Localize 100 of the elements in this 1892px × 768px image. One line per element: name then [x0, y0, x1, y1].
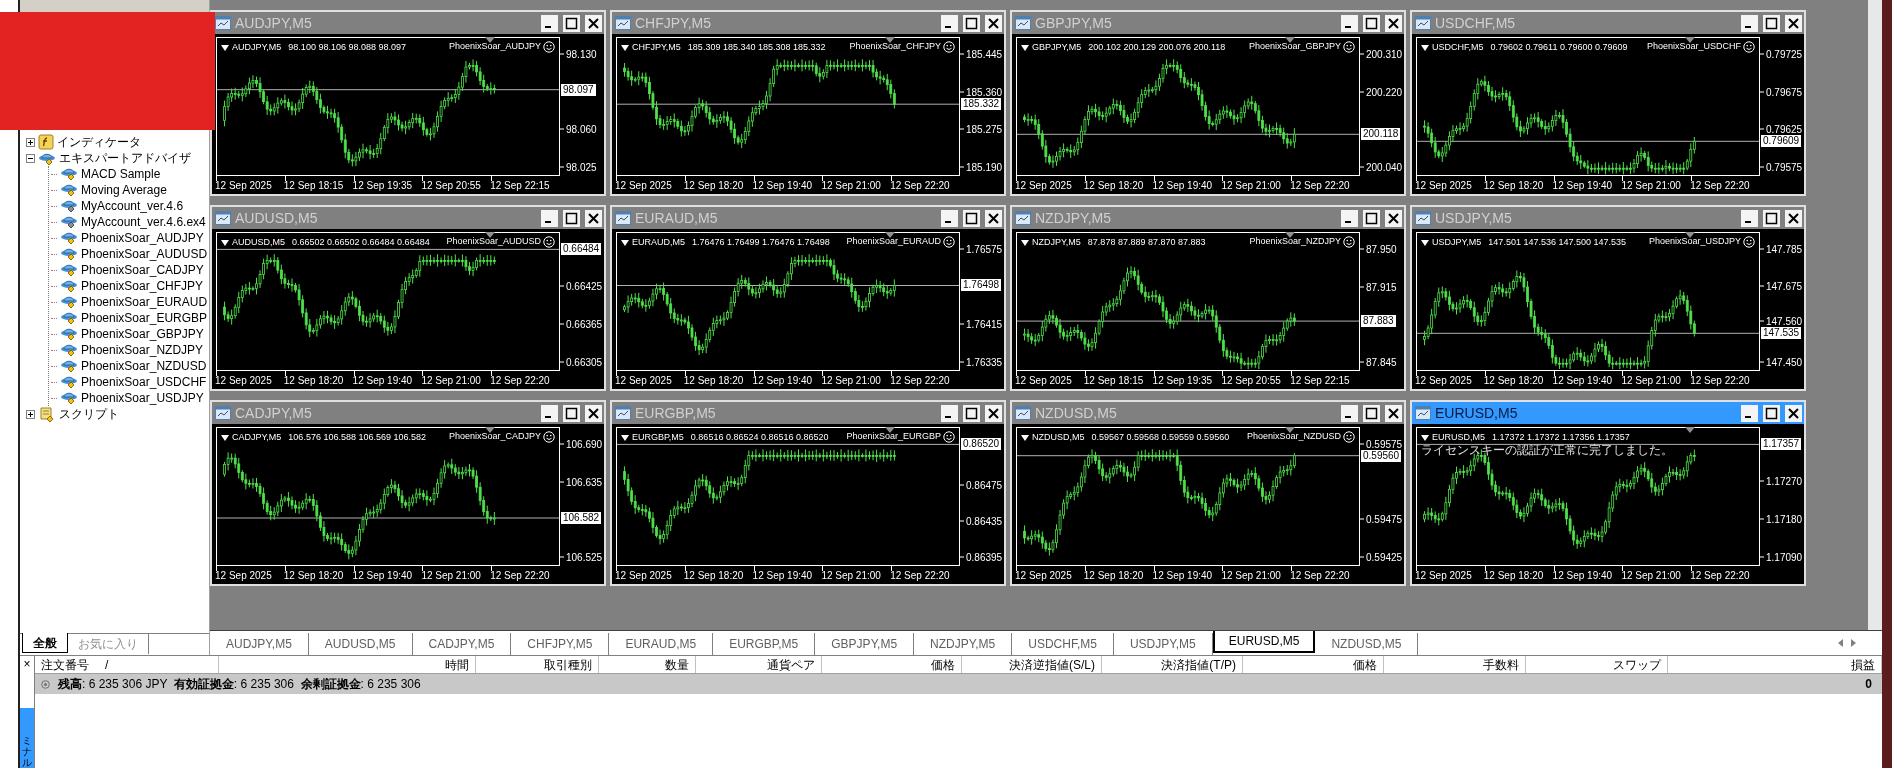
tree-item[interactable]: PhoenixSoar_GBPJPY — [81, 325, 204, 343]
chart-tab[interactable]: EURUSD,M5 — [1212, 631, 1316, 653]
tree-item[interactable]: PhoenixSoar_EURGBP — [81, 309, 208, 327]
chart-tab[interactable]: EURGBP,M5 — [713, 633, 816, 655]
price-label: 1.17180 — [1766, 512, 1803, 527]
time-label: 12 Sep 22:20 — [1290, 179, 1350, 193]
price-label: 1.17090 — [1766, 550, 1803, 565]
chart-symbol: CHFJPY,M5 — [632, 41, 681, 54]
price-label: 185.360 — [966, 85, 1003, 99]
column-header[interactable]: 価格 — [1243, 656, 1384, 673]
window-title: CHFJPY,M5 — [635, 13, 711, 33]
ohlc-values: 1.76476 1.76499 1.76476 1.76498 — [692, 236, 830, 249]
column-label: 数量 — [665, 656, 689, 674]
chart-symbol: EURGBP,M5 — [632, 431, 684, 444]
column-header[interactable]: スワップ — [1526, 656, 1668, 673]
time-label: 12 Sep 19:40 — [752, 569, 813, 583]
price-label: 185.190 — [966, 160, 1003, 175]
expert-name: PhoenixSoar_USDJPY — [1648, 235, 1741, 248]
chart-symbol: NZDUSD,M5 — [1032, 431, 1085, 444]
time-label: 12 Sep 2025 — [1415, 374, 1472, 388]
time-label: 12 Sep 21:00 — [821, 374, 881, 388]
column-header[interactable]: 価格 — [822, 656, 962, 673]
time-label: 12 Sep 18:15 — [283, 179, 344, 193]
chart-tab[interactable]: AUDUSD,M5 — [308, 633, 413, 655]
column-header[interactable]: 通貨ペア — [696, 656, 822, 673]
column-header[interactable]: 手数料 — [1384, 656, 1526, 673]
column-header[interactable]: 数量 — [599, 656, 696, 673]
price-label: 0.59575 — [1366, 437, 1403, 451]
time-label: 12 Sep 2025 — [1015, 179, 1072, 193]
close-button[interactable]: × — [23, 656, 31, 672]
expert-name: PhoenixSoar_CADJPY — [448, 430, 541, 443]
tree-item[interactable]: インディケータ — [57, 133, 141, 151]
price-label: 106.635 — [566, 475, 603, 490]
window-title: EURAUD,M5 — [635, 208, 718, 228]
price-label: 1.76415 — [966, 317, 1003, 332]
expert-name: PhoenixSoar_NZDUSD — [1246, 430, 1341, 443]
tree-item[interactable]: PhoenixSoar_EURAUD — [81, 293, 208, 311]
tree-item[interactable]: Moving Average — [81, 181, 167, 199]
chart-tab[interactable]: NZDUSD,M5 — [1315, 633, 1419, 655]
tree-item[interactable]: PhoenixSoar_USDJPY — [81, 389, 204, 407]
current-price-label: 0.86520 — [961, 438, 1002, 451]
chart-symbol: USDJPY,M5 — [1432, 236, 1482, 249]
ohlc-values: 200.102 200.129 200.076 200.118 — [1088, 41, 1226, 54]
chart-symbol: CADJPY,M5 — [232, 431, 282, 444]
column-header[interactable]: 決済逆指値(S/L) — [962, 656, 1102, 673]
time-label: 12 Sep 18:20 — [283, 569, 344, 583]
column-label: 注文番号 — [41, 656, 89, 674]
window-title: CADJPY,M5 — [235, 403, 312, 423]
tree-item[interactable]: エキスパートアドバイザ — [59, 149, 191, 167]
terminal-side-tab[interactable]: ミナル — [20, 708, 34, 768]
sort-mark: / — [105, 656, 109, 674]
price-label: 200.310 — [1366, 47, 1403, 62]
chart-tab[interactable]: EURAUD,M5 — [609, 633, 714, 655]
tree-item[interactable]: PhoenixSoar_AUDJPY — [81, 229, 204, 247]
time-label: 12 Sep 21:00 — [421, 569, 481, 583]
price-label: 0.66305 — [566, 355, 603, 370]
tree-item[interactable]: PhoenixSoar_AUDUSD — [81, 245, 208, 263]
chart-tab[interactable]: USDCHF,M5 — [1012, 633, 1114, 655]
tree-item[interactable]: スクリプト — [59, 405, 119, 423]
profit-value: 0 — [1865, 676, 1873, 693]
chart-tab[interactable]: AUDJPY,M5 — [210, 633, 309, 655]
tree-item[interactable]: PhoenixSoar_USDCHF — [81, 373, 207, 391]
window-title: EURGBP,M5 — [635, 403, 716, 423]
chart-symbol: AUDJPY,M5 — [232, 41, 282, 54]
tree-item[interactable]: PhoenixSoar_NZDJPY — [81, 341, 204, 359]
column-header[interactable]: 時間 — [219, 656, 476, 673]
current-price-label: 106.582 — [561, 511, 602, 524]
price-label: 0.66365 — [566, 317, 603, 332]
column-label: 価格 — [1353, 656, 1377, 674]
current-price-label: 200.118 — [1361, 128, 1401, 141]
time-label: 12 Sep 22:20 — [1690, 374, 1750, 388]
navigator-tab[interactable]: 全般 — [22, 633, 68, 653]
tree-item[interactable]: PhoenixSoar_CHFJPY — [81, 277, 204, 295]
ohlc-values: 1.17372 1.17372 1.17356 1.17357 — [1492, 431, 1630, 444]
price-label: 87.950 — [1366, 242, 1397, 257]
price-label: 1.76575 — [966, 242, 1003, 257]
tree-item[interactable]: MACD Sample — [81, 165, 161, 183]
column-label: 手数料 — [1483, 656, 1519, 674]
chart-tab[interactable]: USDJPY,M5 — [1113, 633, 1213, 655]
column-label: 取引種別 — [544, 656, 592, 674]
tree-item[interactable]: MyAccount_ver.4.6 — [81, 197, 184, 215]
time-label: 12 Sep 2025 — [615, 179, 672, 193]
chart-tab[interactable]: GBPJPY,M5 — [815, 633, 915, 655]
tree-item[interactable]: PhoenixSoar_CADJPY — [81, 261, 204, 279]
chart-tab[interactable]: NZDJPY,M5 — [914, 633, 1013, 655]
chart-tab[interactable]: CHFJPY,M5 — [511, 633, 610, 655]
time-label: 12 Sep 22:20 — [1690, 179, 1750, 193]
time-label: 12 Sep 22:15 — [1290, 374, 1350, 388]
price-label: 87.915 — [1366, 280, 1397, 295]
column-header[interactable]: 注文番号 / — [35, 656, 219, 673]
column-header[interactable]: 決済指値(T/P) — [1102, 656, 1243, 673]
time-label: 12 Sep 2025 — [1015, 569, 1072, 583]
tree-item[interactable]: PhoenixSoar_NZDUSD — [81, 357, 207, 375]
chart-tab[interactable]: CADJPY,M5 — [412, 633, 512, 655]
window-title: AUDJPY,M5 — [235, 13, 312, 33]
time-label: 12 Sep 21:00 — [1221, 179, 1281, 193]
tree-item[interactable]: MyAccount_ver.4.6.ex4 — [81, 213, 206, 231]
time-label: 12 Sep 21:00 — [821, 569, 881, 583]
time-label: 12 Sep 2025 — [1015, 374, 1072, 388]
column-header[interactable]: 取引種別 — [476, 656, 599, 673]
